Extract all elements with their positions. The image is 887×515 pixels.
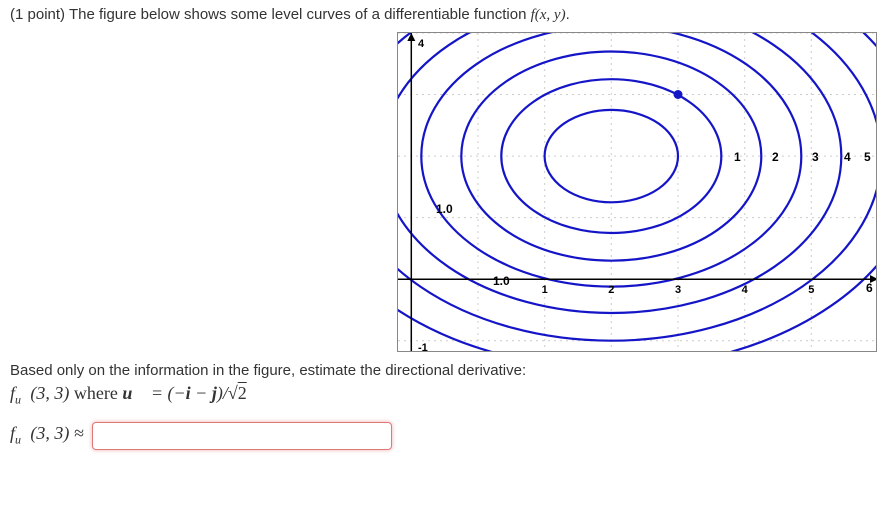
- tick-y--1: -1: [418, 342, 428, 352]
- u-vec: u⃗: [122, 383, 146, 403]
- derivative-def: fu⃗(3, 3) where u⃗ = (−i − j)/√2: [10, 383, 877, 408]
- tick-x-2: 2: [608, 284, 614, 296]
- marker-point: [674, 90, 683, 99]
- level-curves: [398, 33, 877, 352]
- svg-text:1: 1: [734, 150, 741, 164]
- svg-text:2: 2: [772, 150, 779, 164]
- tick-y-4: 4: [418, 38, 425, 50]
- svg-text:3: 3: [812, 150, 819, 164]
- axis-number-row: 1 2 3 4 5: [734, 150, 871, 164]
- tick-x-4: 4: [742, 284, 749, 296]
- intro-text: The figure below shows some level curves…: [69, 6, 526, 23]
- contour-svg: 1 2 3 4 5 4 -1 1 2 3 4 5 1.0 1.0 6: [398, 33, 877, 352]
- point: (3, 3): [30, 383, 69, 403]
- points-label: (1 point): [10, 6, 65, 23]
- contour-label-1b: 1.0: [493, 274, 510, 288]
- svg-text:5: 5: [864, 150, 871, 164]
- tick-x-1: 1: [542, 284, 548, 296]
- sub-u: u⃗: [15, 393, 30, 407]
- tick-x-3: 3: [675, 284, 681, 296]
- svg-text:4: 4: [844, 150, 851, 164]
- problem-header: (1 point) The figure below shows some le…: [10, 6, 877, 24]
- y-tick-labels: 4 -1: [418, 38, 428, 352]
- tick-x-5: 5: [808, 284, 814, 296]
- label-6: 6: [866, 281, 873, 295]
- answer-label: fu⃗(3, 3) ≈: [10, 423, 84, 448]
- period: .: [566, 6, 570, 23]
- figure-container: 1 2 3 4 5 4 -1 1 2 3 4 5 1.0 1.0 6: [10, 32, 877, 352]
- function-symbol: f(x, y): [531, 7, 566, 23]
- where-word: where: [74, 383, 122, 403]
- prompt-directional: Based only on the information in the fig…: [10, 362, 877, 379]
- contour-figure: 1 2 3 4 5 4 -1 1 2 3 4 5 1.0 1.0 6: [397, 32, 877, 352]
- contour-label-1a: 1.0: [436, 202, 453, 216]
- answer-input[interactable]: [92, 422, 392, 450]
- answer-row: fu⃗(3, 3) ≈: [10, 422, 877, 450]
